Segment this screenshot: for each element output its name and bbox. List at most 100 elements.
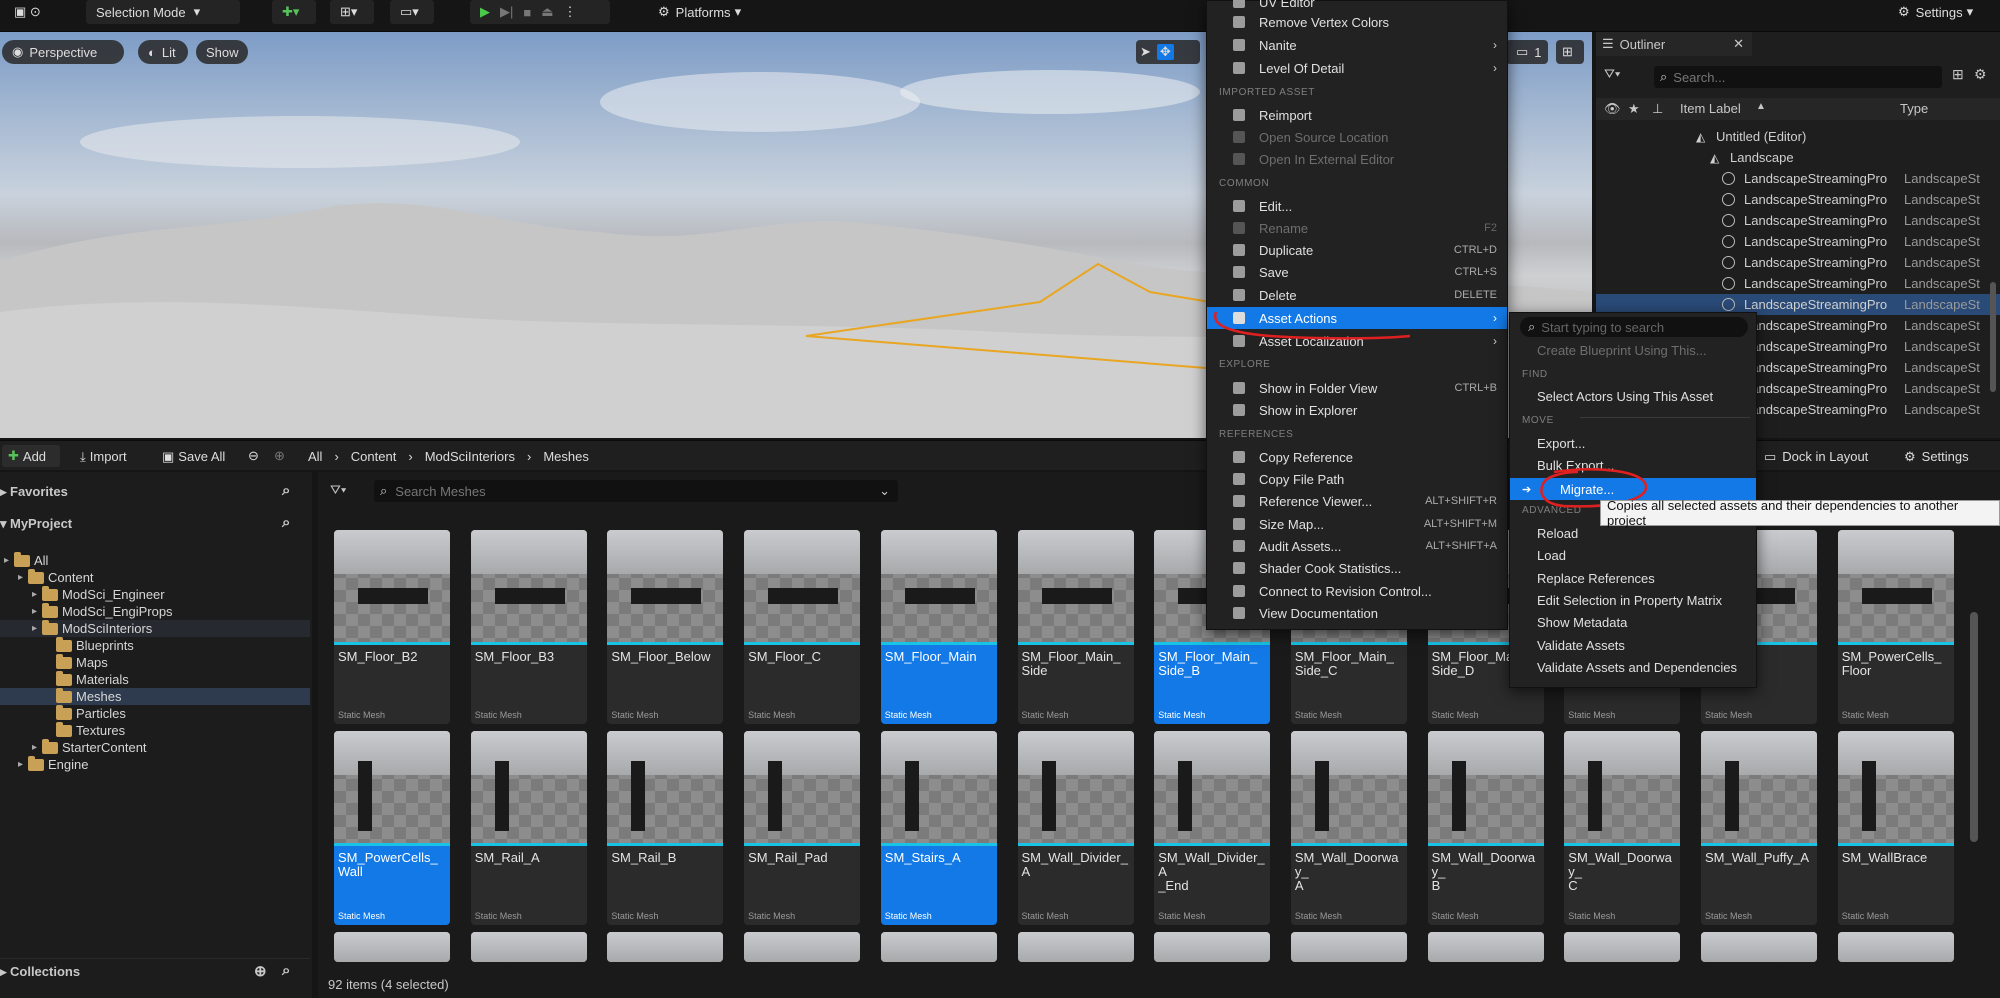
folder-tree-item[interactable]: ▸ ModSci_Engineer bbox=[0, 585, 310, 603]
menu-audit-assets[interactable]: Audit Assets... ALT+SHIFT+A bbox=[1207, 535, 1507, 557]
menu-show-in-folder-view[interactable]: Show in Folder View CTRL+B bbox=[1207, 377, 1507, 399]
cinematics-button[interactable]: ▭▾ bbox=[390, 0, 434, 24]
outliner-landscape-row[interactable]: ◭ Landscape bbox=[1596, 147, 2000, 168]
menu-open-external-editor[interactable]: Open In External Editor bbox=[1207, 148, 1507, 170]
move-icon[interactable]: ✥ bbox=[1156, 44, 1174, 60]
asset-tile[interactable]: SM_Rail_Pad Static Mesh bbox=[744, 731, 861, 925]
pin-icon[interactable]: ⊥ bbox=[1652, 101, 1663, 117]
outliner-row[interactable]: LandscapeStreamingPro LandscapeSt bbox=[1596, 168, 2000, 189]
gear-icon[interactable]: ⚙ bbox=[1974, 66, 1987, 83]
close-icon[interactable]: ✕ bbox=[1733, 36, 1744, 52]
submenu-replace-references[interactable]: Replace References bbox=[1510, 567, 1756, 589]
menu-show-in-explorer[interactable]: Show in Explorer bbox=[1207, 399, 1507, 421]
outliner-tab[interactable]: ☰ Outliner ✕ bbox=[1596, 32, 1752, 56]
menu-copy-file-path[interactable]: Copy File Path bbox=[1207, 468, 1507, 490]
folder-tree-item[interactable]: Materials bbox=[0, 670, 310, 688]
add-folder-icon[interactable]: ⊞ bbox=[1952, 66, 1964, 83]
breadcrumb-item[interactable]: ModSciInteriors bbox=[425, 449, 515, 464]
perspective-button[interactable]: ◉ Perspective bbox=[2, 40, 124, 64]
snap-icons[interactable]: ▣ ⊙ bbox=[4, 0, 54, 24]
submenu-show-metadata[interactable]: Show Metadata bbox=[1510, 611, 1756, 633]
collections-header[interactable]: ▸ Collections ⊕ ⌕ bbox=[0, 958, 310, 982]
search-icon[interactable]: ⌕ bbox=[282, 962, 290, 979]
add-button[interactable]: ✚ Add bbox=[2, 445, 60, 467]
submenu-search-input[interactable]: ⌕ Start typing to search bbox=[1520, 317, 1748, 337]
folder-tree-item[interactable]: Maps bbox=[0, 653, 310, 671]
step-icon[interactable]: ▶| bbox=[500, 4, 513, 20]
menu-connect-revision-control[interactable]: Connect to Revision Control... bbox=[1207, 580, 1507, 602]
folder-tree-item[interactable]: Textures bbox=[0, 721, 310, 739]
menu-reference-viewer[interactable]: Reference Viewer... ALT+SHIFT+R bbox=[1207, 490, 1507, 512]
layout-button[interactable]: ⊞ bbox=[1556, 40, 1584, 64]
menu-level-of-detail[interactable]: Level Of Detail › bbox=[1207, 57, 1507, 79]
asset-tile[interactable]: SM_Rail_A Static Mesh bbox=[470, 731, 587, 925]
menu-copy-reference[interactable]: Copy Reference bbox=[1207, 446, 1507, 468]
asset-tile[interactable]: SM_PowerCells_ Floor Static Mesh bbox=[1837, 530, 1954, 724]
asset-tile[interactable] bbox=[880, 932, 997, 962]
outliner-row[interactable]: LandscapeStreamingPro LandscapeSt bbox=[1596, 231, 2000, 252]
asset-tile[interactable] bbox=[1564, 932, 1681, 962]
outliner-scrollbar[interactable] bbox=[1990, 282, 1996, 392]
back-icon[interactable]: ⊖ bbox=[248, 448, 259, 464]
menu-view-documentation[interactable]: View Documentation bbox=[1207, 602, 1507, 624]
star-icon[interactable]: ★ bbox=[1628, 101, 1640, 117]
eject-icon[interactable]: ⏏ bbox=[541, 4, 553, 20]
forward-icon[interactable]: ⊕ bbox=[274, 448, 285, 464]
outliner-root-row[interactable]: ◭ Untitled (Editor) bbox=[1596, 126, 2000, 147]
asset-tile[interactable]: SM_Floor_Main_ Side Static Mesh bbox=[1017, 530, 1134, 724]
asset-tile[interactable] bbox=[1701, 932, 1817, 962]
folder-tree-item[interactable]: ▸ Content bbox=[0, 568, 310, 586]
asset-tile[interactable] bbox=[470, 932, 587, 962]
menu-reimport[interactable]: Reimport bbox=[1207, 104, 1507, 126]
project-header[interactable]: ▾ MyProject ⌕ bbox=[0, 512, 310, 536]
submenu-validate-assets[interactable]: Validate Assets bbox=[1510, 634, 1756, 656]
search-icon[interactable]: ⌕ bbox=[282, 482, 290, 499]
show-button[interactable]: Show bbox=[196, 40, 248, 64]
import-button[interactable]: ⤓ Import bbox=[80, 449, 127, 465]
cb-settings-button[interactable]: ⚙ Settings bbox=[1904, 449, 1969, 465]
asset-search-input[interactable]: ⌕ Search Meshes ⌄ bbox=[374, 480, 898, 502]
camera-speed[interactable]: ▭ 1 bbox=[1506, 40, 1548, 64]
asset-tile[interactable] bbox=[1154, 932, 1271, 962]
menu-open-source-location[interactable]: Open Source Location bbox=[1207, 126, 1507, 148]
col-label-header[interactable]: Item Label bbox=[1680, 101, 1741, 116]
asset-tile[interactable]: SM_Rail_B Static Mesh bbox=[607, 731, 724, 925]
menu-remove-vertex-colors[interactable]: Remove Vertex Colors bbox=[1207, 11, 1507, 33]
folder-tree-item[interactable]: Particles bbox=[0, 704, 310, 722]
save-all-button[interactable]: ▣ Save All bbox=[162, 449, 225, 465]
favorites-header[interactable]: ▸ Favorites ⌕ bbox=[0, 480, 310, 504]
selection-mode-dropdown[interactable]: Selection Mode ▾ bbox=[86, 0, 240, 24]
folder-tree-item[interactable]: Blueprints bbox=[0, 636, 310, 654]
menu-rename[interactable]: Rename F2 bbox=[1207, 217, 1507, 239]
menu-save[interactable]: Save CTRL+S bbox=[1207, 261, 1507, 283]
submenu-select-actors[interactable]: Select Actors Using This Asset bbox=[1510, 385, 1756, 407]
add-actor-button[interactable]: ✚▾ bbox=[272, 0, 316, 24]
asset-tile[interactable]: SM_Wall_Puffy_A Static Mesh bbox=[1701, 731, 1817, 925]
menu-edit[interactable]: Edit... bbox=[1207, 195, 1507, 217]
search-icon[interactable]: ⌕ bbox=[282, 514, 290, 531]
stop-icon[interactable]: ■ bbox=[523, 5, 531, 20]
menu-nanite[interactable]: Nanite › bbox=[1207, 34, 1507, 56]
select-icon[interactable]: ➤ bbox=[1140, 44, 1151, 60]
more-icon[interactable]: ⋮ bbox=[564, 4, 577, 20]
dock-in-layout-button[interactable]: ▭ Dock in Layout bbox=[1764, 449, 1868, 465]
filter-button[interactable]: ⛛▾ bbox=[1604, 66, 1640, 86]
folder-tree-item[interactable]: ▸ ModSci_EngiProps bbox=[0, 602, 310, 620]
blueprint-button[interactable]: ⊞▾ bbox=[330, 0, 374, 24]
asset-tile[interactable]: SM_Wall_Divider_A Static Mesh bbox=[1017, 731, 1134, 925]
menu-duplicate[interactable]: Duplicate CTRL+D bbox=[1207, 239, 1507, 261]
outliner-search-input[interactable]: ⌕ Search... bbox=[1654, 66, 1942, 88]
submenu-validate-dependencies[interactable]: Validate Assets and Dependencies bbox=[1510, 656, 1756, 678]
submenu-export[interactable]: Export... bbox=[1510, 432, 1756, 454]
menu-shader-cook-statistics[interactable]: Shader Cook Statistics... bbox=[1207, 557, 1507, 579]
asset-tile[interactable] bbox=[744, 932, 861, 962]
folder-tree-item[interactable]: ▸ Engine bbox=[0, 755, 310, 773]
asset-tile[interactable] bbox=[607, 932, 724, 962]
asset-tile[interactable]: SM_Wall_Doorway_ A Static Mesh bbox=[1290, 731, 1407, 925]
play-icon[interactable]: ▶ bbox=[480, 4, 490, 20]
col-type-header[interactable]: Type bbox=[1900, 101, 1928, 116]
folder-tree-item[interactable]: Meshes bbox=[0, 687, 310, 705]
asset-tile[interactable] bbox=[1290, 932, 1407, 962]
submenu-create-blueprint[interactable]: Create Blueprint Using This... bbox=[1510, 339, 1756, 361]
settings-button[interactable]: ⚙ Settings ▾ bbox=[1888, 0, 1996, 24]
